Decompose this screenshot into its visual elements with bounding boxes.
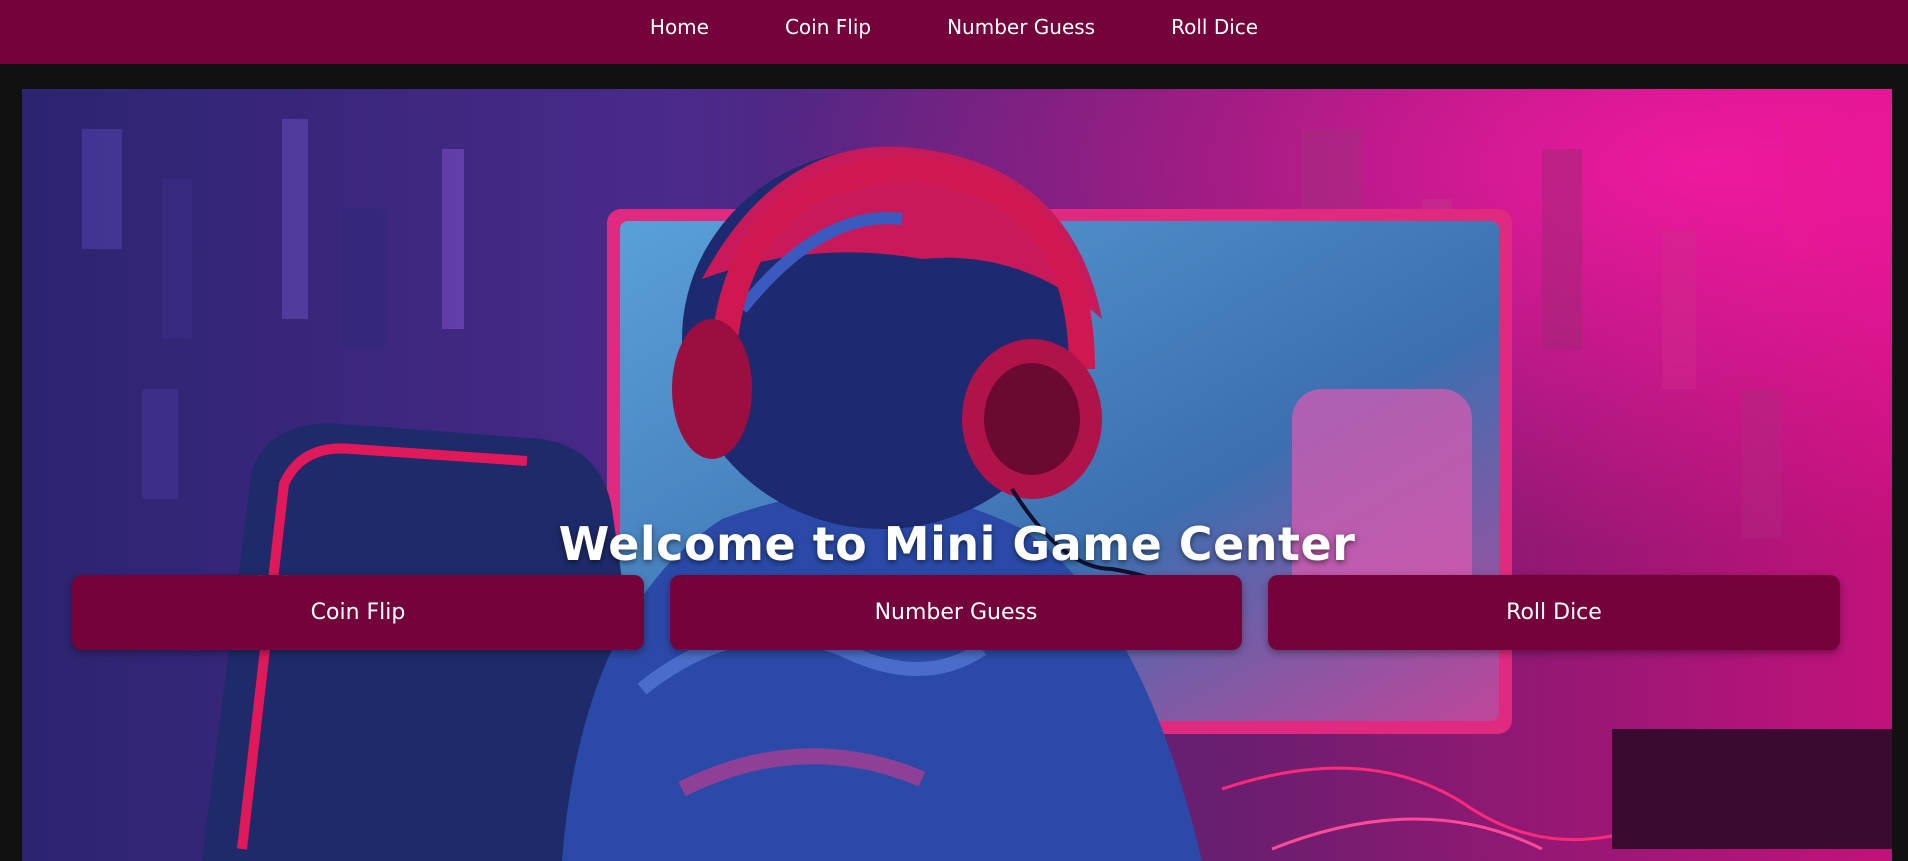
hero-background-illustration [22,89,1892,861]
page-title: Welcome to Mini Game Center [558,517,1356,571]
coin-flip-button[interactable]: Coin Flip [72,575,644,650]
nav-link-roll-dice[interactable]: Roll Dice [1133,0,1296,54]
number-guess-button[interactable]: Number Guess [670,575,1242,650]
nav-link-coin-flip[interactable]: Coin Flip [747,0,909,54]
hero-section: Welcome to Mini Game Center Coin Flip Nu… [22,89,1892,861]
top-navigation: Home Coin Flip Number Guess Roll Dice [0,0,1908,64]
roll-dice-button[interactable]: Roll Dice [1268,575,1840,650]
nav-link-home[interactable]: Home [612,0,747,54]
nav-link-number-guess[interactable]: Number Guess [909,0,1133,54]
